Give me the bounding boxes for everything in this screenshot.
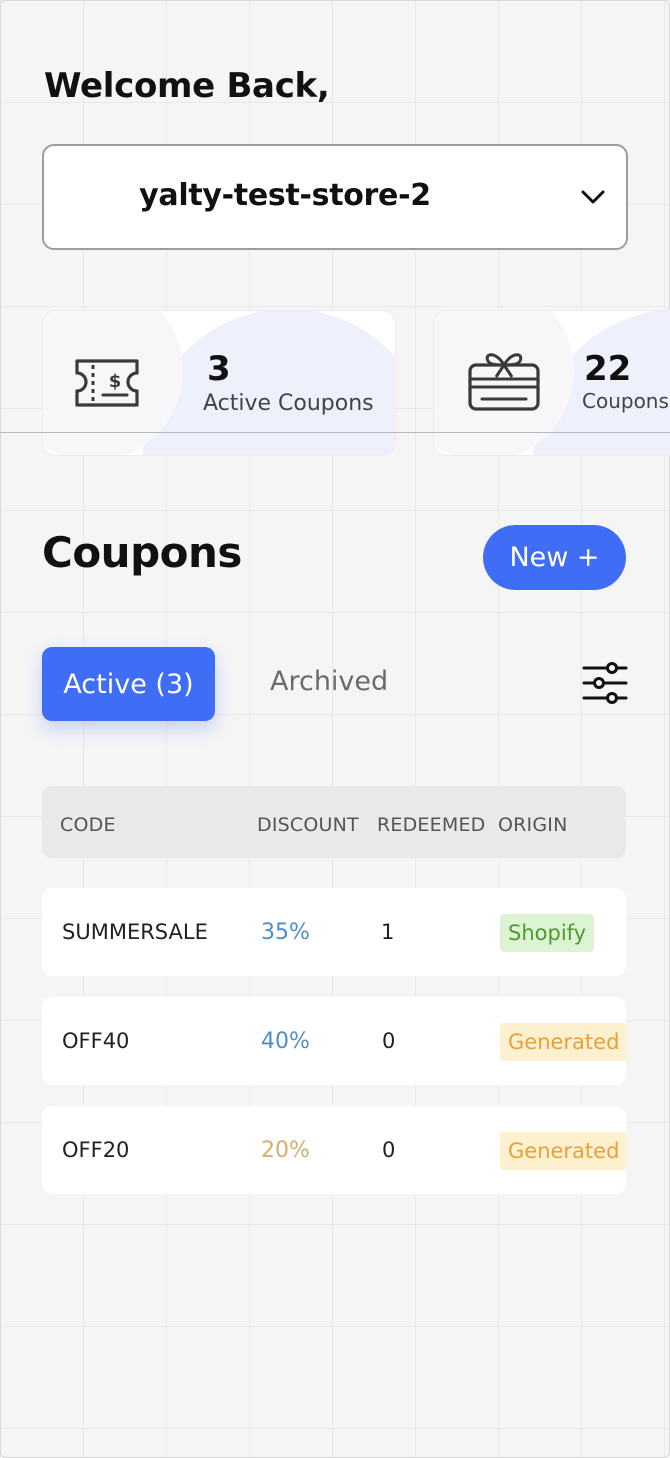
welcome-heading: Welcome Back, [44,66,330,106]
stat-card-coupons-redeemed: 22 Coupons R [433,310,670,456]
new-coupon-button[interactable]: New + [483,525,626,590]
coupon-code: OFF40 [62,1029,130,1053]
stat-value: 3 [207,349,231,389]
page-title: Coupons [42,528,242,577]
column-header-code[interactable]: CODE [60,814,116,836]
chevron-down-icon [581,190,605,204]
coupon-redeemed: 0 [382,1029,396,1053]
origin-badge: Generated [500,1132,628,1170]
coupon-discount: 40% [261,1029,310,1054]
coupon-redeemed: 0 [382,1138,396,1162]
column-header-discount[interactable]: DISCOUNT [257,814,359,836]
column-header-redeemed[interactable]: REDEEMED [377,814,485,836]
coupon-redeemed: 1 [381,920,395,944]
origin-badge: Shopify [500,914,595,952]
svg-text:$: $ [109,371,122,392]
column-header-origin[interactable]: ORIGIN [498,814,568,836]
store-selector[interactable]: yalty-test-store-2 [42,144,628,250]
coupon-code: OFF20 [62,1138,130,1162]
coupon-discount: 35% [261,920,310,945]
coupon-discount: 20% [261,1138,310,1163]
table-row[interactable]: OFF40 40% 0 Generated [42,997,628,1085]
section-divider [0,432,670,433]
table-header: CODE DISCOUNT REDEEMED ORIGIN [42,786,626,858]
store-selector-value: yalty-test-store-2 [139,178,431,213]
stat-value: 22 [584,349,632,389]
sliders-icon[interactable] [582,660,628,706]
origin-badge: Generated [500,1023,628,1061]
table-row[interactable]: OFF20 20% 0 Generated [42,1106,628,1194]
coupon-ticket-icon: $ [75,359,139,407]
stat-label: Coupons R [582,389,670,413]
tab-active[interactable]: Active (3) [42,647,215,721]
tab-archived[interactable]: Archived [270,666,388,697]
stat-label: Active Coupons [203,391,374,416]
coupon-code: SUMMERSALE [62,920,208,944]
stat-card-active-coupons: $ 3 Active Coupons [42,310,396,456]
table-row[interactable]: SUMMERSALE 35% 1 Shopify [42,888,626,976]
gift-card-icon [468,353,540,411]
